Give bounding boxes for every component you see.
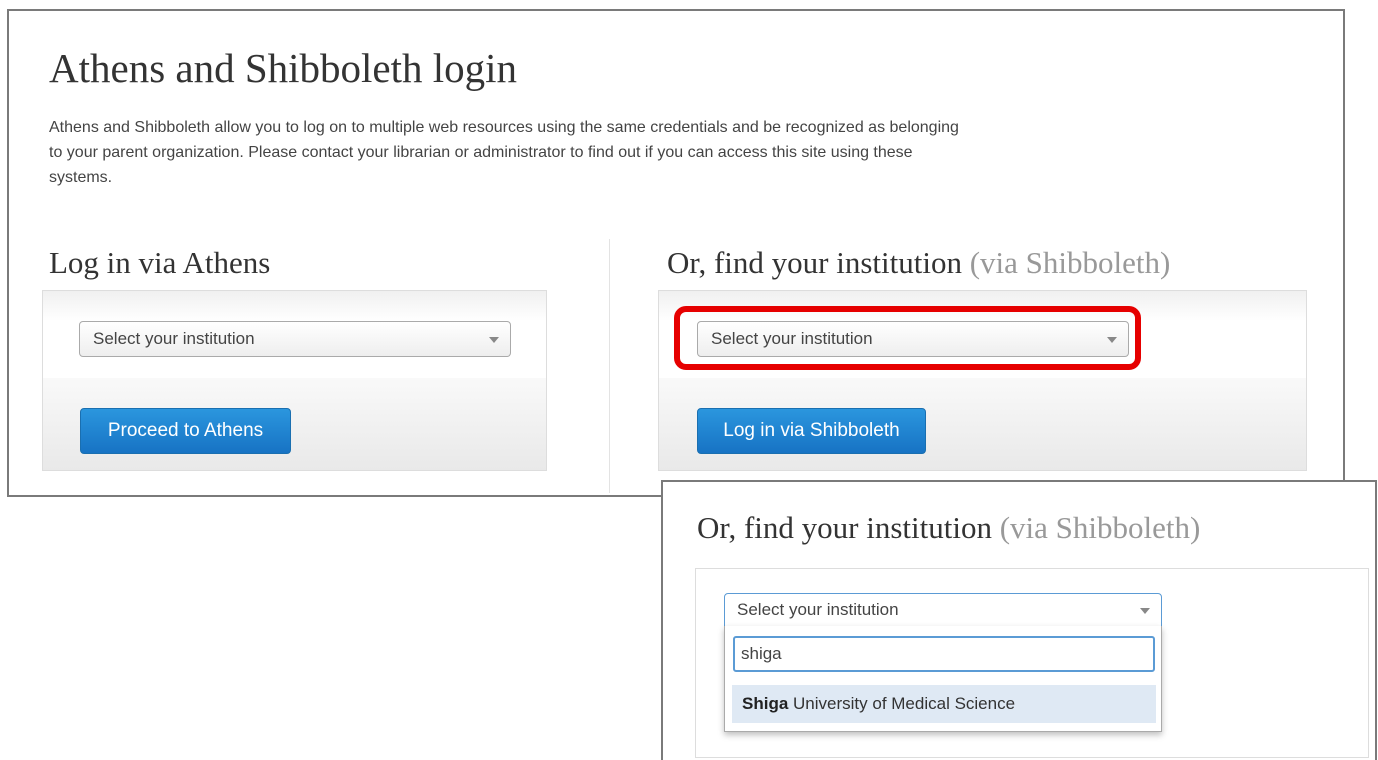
zoom-heading-main: Or, find your institution bbox=[697, 510, 992, 545]
athens-heading: Log in via Athens bbox=[49, 245, 271, 280]
shibboleth-heading-main: Or, find your institution bbox=[667, 245, 962, 280]
option-match-text: Shiga bbox=[742, 694, 789, 713]
chevron-down-icon bbox=[489, 337, 499, 343]
chevron-down-icon bbox=[1140, 608, 1150, 614]
athens-select-placeholder: Select your institution bbox=[93, 329, 255, 348]
institution-option[interactable]: Shiga University of Medical Science bbox=[732, 685, 1156, 723]
page-title: Athens and Shibboleth login bbox=[49, 45, 518, 91]
zoom-inset-frame: Or, find your institution (via Shibbolet… bbox=[661, 480, 1377, 760]
athens-panel: Select your institution Proceed to Athen… bbox=[42, 290, 547, 471]
zoom-heading: Or, find your institution (via Shibbolet… bbox=[697, 510, 1200, 546]
institution-search-input[interactable]: shiga bbox=[733, 636, 1155, 672]
proceed-to-athens-button[interactable]: Proceed to Athens bbox=[80, 408, 291, 454]
athens-institution-select[interactable]: Select your institution bbox=[79, 321, 511, 357]
zoom-heading-suffix: (via Shibboleth) bbox=[999, 510, 1201, 545]
shibboleth-heading: Or, find your institution (via Shibbolet… bbox=[667, 245, 1170, 281]
log-in-via-shibboleth-button[interactable]: Log in via Shibboleth bbox=[697, 408, 926, 454]
option-rest-text: University of Medical Science bbox=[788, 694, 1016, 713]
column-divider bbox=[609, 239, 610, 493]
shibboleth-heading-suffix: (via Shibboleth) bbox=[969, 245, 1171, 280]
highlight-annotation bbox=[674, 306, 1141, 370]
intro-text: Athens and Shibboleth allow you to log o… bbox=[49, 119, 959, 186]
zoom-institution-select[interactable]: Select your institution bbox=[724, 593, 1162, 627]
zoom-select-placeholder: Select your institution bbox=[737, 600, 899, 619]
zoom-shibboleth-panel: Select your institution shiga Shiga Univ… bbox=[695, 568, 1369, 758]
institution-dropdown: shiga Shiga University of Medical Scienc… bbox=[724, 626, 1162, 732]
